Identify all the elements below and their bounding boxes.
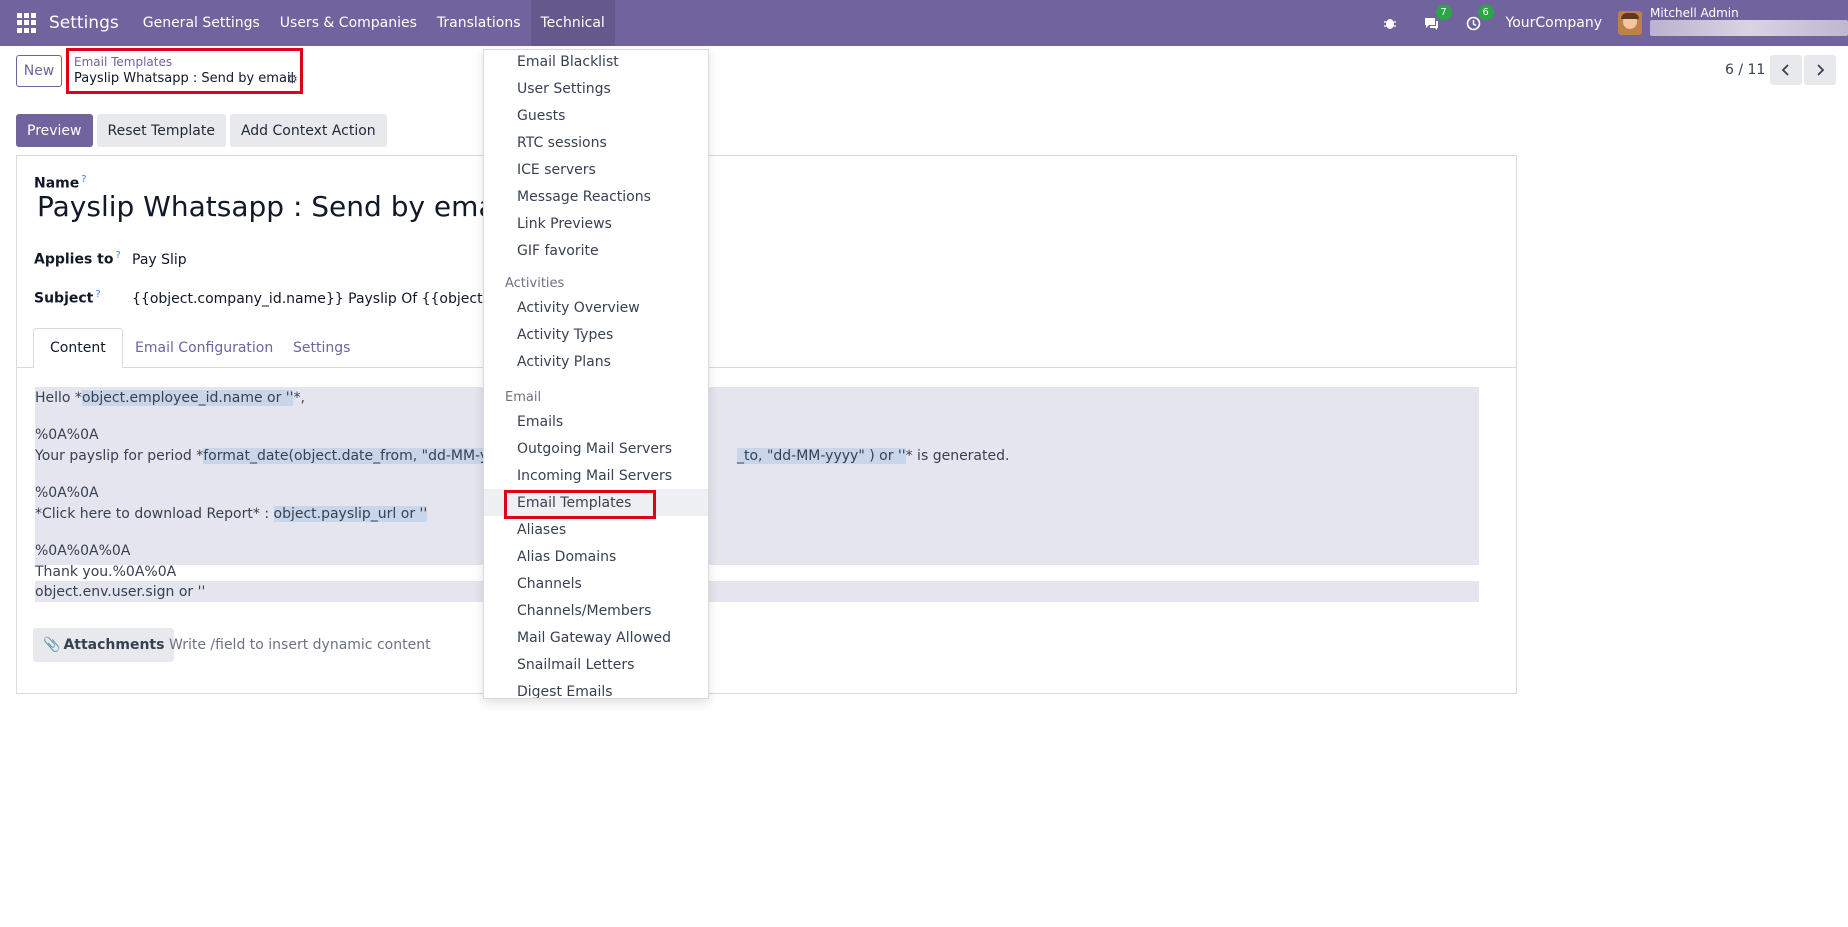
menu-item-activity-types[interactable]: Activity Types — [484, 321, 708, 348]
menu-item-outgoing-mail-servers[interactable]: Outgoing Mail Servers — [484, 435, 708, 462]
menu-item-aliases[interactable]: Aliases — [484, 516, 708, 543]
attachments-label: Attachments — [63, 637, 165, 653]
menu-item-activity-overview[interactable]: Activity Overview — [484, 294, 708, 321]
gear-icon[interactable]: ⚙ — [287, 72, 298, 86]
chat-icon[interactable]: 7 — [1422, 5, 1452, 33]
company-switcher[interactable]: YourCompany — [1506, 15, 1603, 31]
menu-item-channels[interactable]: Channels — [484, 570, 708, 597]
menu-item-incoming-mail-servers[interactable]: Incoming Mail Servers — [484, 462, 708, 489]
menu-item-emails[interactable]: Emails — [484, 408, 708, 435]
add-context-action-button[interactable]: Add Context Action — [229, 114, 387, 147]
menu-item-guests[interactable]: Guests — [484, 102, 708, 129]
preview-button[interactable]: Preview — [16, 114, 93, 147]
body-line: %0A%0A — [35, 427, 99, 443]
menu-item-activity-plans[interactable]: Activity Plans — [484, 348, 708, 375]
debug-bug-icon[interactable] — [1380, 13, 1400, 33]
editor-placeholder: Write /field to insert dynamic content — [169, 637, 431, 653]
menu-technical[interactable]: Technical — [530, 0, 615, 46]
user-name: Mitchell Admin — [1650, 6, 1739, 20]
menu-translations[interactable]: Translations — [427, 0, 531, 46]
body-line: Hello *object.employee_id.name or ''*, — [35, 390, 305, 406]
app-title[interactable]: Settings — [49, 13, 119, 33]
form-sheet: Name? Payslip Whatsapp : Send by email A… — [16, 155, 1517, 694]
menu-item-link-previews[interactable]: Link Previews — [484, 210, 708, 237]
menu-item-message-reactions[interactable]: Message Reactions — [484, 183, 708, 210]
action-buttons: Preview Reset Template Add Context Actio… — [16, 114, 387, 147]
menu-item-channels-members[interactable]: Channels/Members — [484, 597, 708, 624]
chevron-right-icon — [1817, 64, 1825, 76]
pager-value[interactable]: 6 / 11 — [1725, 62, 1765, 78]
pager-previous-button[interactable] — [1770, 55, 1802, 85]
apps-menu-icon[interactable] — [17, 13, 37, 33]
selection-shade — [35, 581, 1479, 602]
tab-content[interactable]: Content — [33, 328, 123, 368]
body-line: %0A%0A — [35, 485, 99, 501]
menu-users-companies[interactable]: Users & Companies — [270, 0, 427, 46]
user-menu[interactable]: Mitchell Admin — [1650, 0, 1848, 46]
chat-count-badge: 7 — [1435, 5, 1452, 20]
breadcrumb-current: Payslip Whatsapp : Send by email — [74, 71, 295, 86]
breadcrumb: Email Templates Payslip Whatsapp : Send … — [66, 48, 303, 94]
name-label: Name? — [34, 174, 87, 192]
tab-settings[interactable]: Settings — [277, 328, 366, 368]
menu-item-alias-domains[interactable]: Alias Domains — [484, 543, 708, 570]
pager-next-button[interactable] — [1804, 55, 1836, 85]
menu-header-email: Email — [505, 390, 542, 405]
menu-item-mail-gateway-allowed[interactable]: Mail Gateway Allowed — [484, 624, 708, 651]
body-line: Thank you.%0A%0A — [35, 564, 177, 580]
paperclip-icon: 📎 — [43, 637, 61, 653]
body-line: Your payslip for period *format_date(obj… — [35, 448, 520, 464]
menu-general-settings[interactable]: General Settings — [133, 0, 270, 46]
highlight-box — [504, 490, 656, 519]
name-field[interactable]: Payslip Whatsapp : Send by email — [37, 190, 511, 223]
menu-item-snailmail-letters[interactable]: Snailmail Letters — [484, 651, 708, 678]
menu-item-gif-favorite[interactable]: GIF favorite — [484, 237, 708, 264]
activity-clock-icon[interactable]: 6 — [1464, 5, 1494, 33]
body-line: %0A%0A%0A — [35, 543, 131, 559]
menu-item-email-blacklist[interactable]: Email Blacklist — [484, 50, 708, 75]
chevron-left-icon — [1781, 64, 1789, 76]
new-button[interactable]: New — [16, 55, 62, 87]
body-line: *Click here to download Report* : object… — [35, 506, 428, 522]
menu-item-rtc-sessions[interactable]: RTC sessions — [484, 129, 708, 156]
menu-item-ice-servers[interactable]: ICE servers — [484, 156, 708, 183]
menu-header-activities: Activities — [505, 276, 565, 291]
menu-item-digest-emails[interactable]: Digest Emails — [484, 678, 708, 699]
user-avatar[interactable] — [1618, 11, 1642, 35]
menu-item-user-settings[interactable]: User Settings — [484, 75, 708, 102]
breadcrumb-parent-link[interactable]: Email Templates — [74, 55, 172, 69]
reset-template-button[interactable]: Reset Template — [96, 114, 226, 147]
tab-email-configuration[interactable]: Email Configuration — [119, 328, 289, 368]
applies-to-label: Applies to? — [34, 250, 121, 268]
body-line: object.env.user.sign or '' — [35, 584, 206, 600]
technical-dropdown-menu: Email Blacklist User Settings Guests RTC… — [483, 49, 709, 699]
attachments-button[interactable]: 📎 Attachments — [33, 628, 175, 662]
user-database-blurred — [1650, 20, 1848, 36]
applies-to-field[interactable]: Pay Slip — [132, 252, 187, 268]
top-navbar: Settings General Settings Users & Compan… — [0, 0, 1848, 46]
form-tabs: Content Email Configuration Settings — [17, 328, 1516, 368]
body-line-continued: _to, "dd-MM-yyyy" ) or ''* is generated. — [737, 448, 1010, 464]
subject-label: Subject? — [34, 289, 101, 307]
activity-count-badge: 6 — [1477, 5, 1494, 20]
